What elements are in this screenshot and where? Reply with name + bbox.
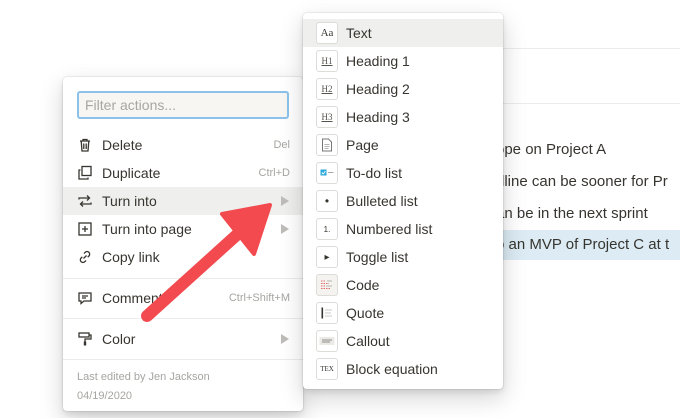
turn-into-numbered-list[interactable]: 1. Numbered list bbox=[303, 215, 503, 243]
menu-item-label: Color bbox=[102, 331, 136, 347]
shortcut-hint: Ctrl+Shift+M bbox=[228, 292, 290, 304]
comment-icon bbox=[76, 289, 94, 307]
callout-icon bbox=[316, 330, 338, 352]
add-page-icon bbox=[76, 220, 94, 238]
filter-wrapper bbox=[77, 91, 289, 119]
turn-into-callout[interactable]: Callout bbox=[303, 327, 503, 355]
menu-divider bbox=[63, 359, 303, 360]
heading1-icon: H1 bbox=[316, 50, 338, 72]
menu-divider bbox=[63, 278, 303, 279]
menu-item-turn-into[interactable]: Turn into bbox=[63, 187, 303, 215]
submenu-item-label: Page bbox=[346, 137, 379, 153]
icon-glyph: H1 bbox=[321, 56, 333, 66]
document-line[interactable]: an be in the next sprint bbox=[496, 204, 648, 224]
heading2-icon: H2 bbox=[316, 78, 338, 100]
icon-glyph: Aa bbox=[320, 27, 334, 39]
bulleted-list-icon: • bbox=[316, 190, 338, 212]
code-icon bbox=[316, 274, 338, 296]
turn-into-quote[interactable]: Quote bbox=[303, 299, 503, 327]
submenu-item-label: Text bbox=[346, 25, 372, 41]
document-line-selected[interactable]: o an MVP of Project C at t bbox=[496, 230, 680, 260]
submenu-item-label: Toggle list bbox=[346, 249, 409, 265]
submenu-item-label: Quote bbox=[346, 305, 385, 321]
turn-into-bulleted-list[interactable]: • Bulleted list bbox=[303, 187, 503, 215]
divider-line bbox=[500, 48, 680, 49]
menu-divider bbox=[63, 318, 303, 319]
turn-into-submenu: Aa Text H1 Heading 1 H2 Heading 2 H3 Hea… bbox=[303, 13, 503, 389]
document-line[interactable]: ope on Project A bbox=[496, 140, 606, 160]
turn-into-todo-list[interactable]: To-do list bbox=[303, 159, 503, 187]
equation-icon: TEX bbox=[316, 358, 338, 380]
submenu-item-label: Heading 3 bbox=[346, 109, 410, 125]
quote-icon bbox=[316, 302, 338, 324]
chevron-right-icon bbox=[281, 334, 289, 344]
submenu-item-label: To-do list bbox=[346, 165, 403, 181]
icon-glyph: H2 bbox=[321, 84, 333, 94]
chevron-right-icon bbox=[281, 196, 289, 206]
submenu-item-label: Block equation bbox=[346, 361, 438, 377]
submenu-item-label: Heading 2 bbox=[346, 81, 410, 97]
block-actions-menu: Delete Del Duplicate Ctrl+D Turn into Tu… bbox=[63, 77, 303, 411]
page-icon bbox=[316, 134, 338, 156]
submenu-item-label: Numbered list bbox=[346, 221, 433, 237]
submenu-item-label: Bulleted list bbox=[346, 193, 418, 209]
icon-glyph: H3 bbox=[321, 112, 333, 122]
menu-item-label: Turn into bbox=[102, 193, 157, 209]
turn-into-block-equation[interactable]: TEX Block equation bbox=[303, 355, 503, 383]
chevron-right-icon bbox=[281, 224, 289, 234]
todo-icon bbox=[316, 162, 338, 184]
icon-glyph: ▸ bbox=[324, 251, 330, 263]
shortcut-hint: Ctrl+D bbox=[258, 167, 290, 179]
menu-item-label: Duplicate bbox=[102, 165, 161, 181]
submenu-item-label: Code bbox=[346, 277, 380, 293]
menu-item-label: Delete bbox=[102, 137, 143, 153]
last-edited-date: 04/19/2020 bbox=[77, 390, 133, 402]
menu-item-copy-link[interactable]: Copy link bbox=[63, 243, 303, 271]
trash-icon bbox=[76, 136, 94, 154]
divider-line bbox=[500, 103, 680, 104]
filter-actions-input[interactable] bbox=[77, 91, 289, 119]
heading3-icon: H3 bbox=[316, 106, 338, 128]
numbered-list-icon: 1. bbox=[316, 218, 338, 240]
turn-into-code[interactable]: Code bbox=[303, 271, 503, 299]
turn-into-text[interactable]: Aa Text bbox=[303, 19, 503, 47]
turn-into-heading-3[interactable]: H3 Heading 3 bbox=[303, 103, 503, 131]
menu-item-label: Comment bbox=[102, 290, 163, 306]
menu-item-delete[interactable]: Delete Del bbox=[63, 131, 303, 159]
document-line[interactable]: dline can be sooner for Pr bbox=[496, 172, 668, 192]
turn-into-page[interactable]: Page bbox=[303, 131, 503, 159]
duplicate-icon bbox=[76, 164, 94, 182]
text-block-icon: Aa bbox=[316, 22, 338, 44]
turn-into-icon bbox=[76, 192, 94, 210]
menu-item-comment[interactable]: Comment Ctrl+Shift+M bbox=[63, 284, 303, 312]
turn-into-heading-1[interactable]: H1 Heading 1 bbox=[303, 47, 503, 75]
icon-glyph: • bbox=[324, 194, 330, 208]
turn-into-heading-2[interactable]: H2 Heading 2 bbox=[303, 75, 503, 103]
shortcut-hint: Del bbox=[273, 139, 290, 151]
toggle-list-icon: ▸ bbox=[316, 246, 338, 268]
link-icon bbox=[76, 248, 94, 266]
icon-glyph: TEX bbox=[320, 365, 334, 373]
submenu-item-label: Callout bbox=[346, 333, 390, 349]
menu-item-duplicate[interactable]: Duplicate Ctrl+D bbox=[63, 159, 303, 187]
submenu-item-label: Heading 1 bbox=[346, 53, 410, 69]
menu-item-label: Turn into page bbox=[102, 221, 192, 237]
menu-item-label: Copy link bbox=[102, 249, 160, 265]
icon-glyph: 1. bbox=[323, 224, 331, 234]
last-edited-by: Last edited by Jen Jackson bbox=[77, 371, 210, 383]
turn-into-toggle-list[interactable]: ▸ Toggle list bbox=[303, 243, 503, 271]
menu-item-color[interactable]: Color bbox=[63, 325, 303, 353]
paint-roller-icon bbox=[76, 330, 94, 348]
menu-item-turn-into-page[interactable]: Turn into page bbox=[63, 215, 303, 243]
